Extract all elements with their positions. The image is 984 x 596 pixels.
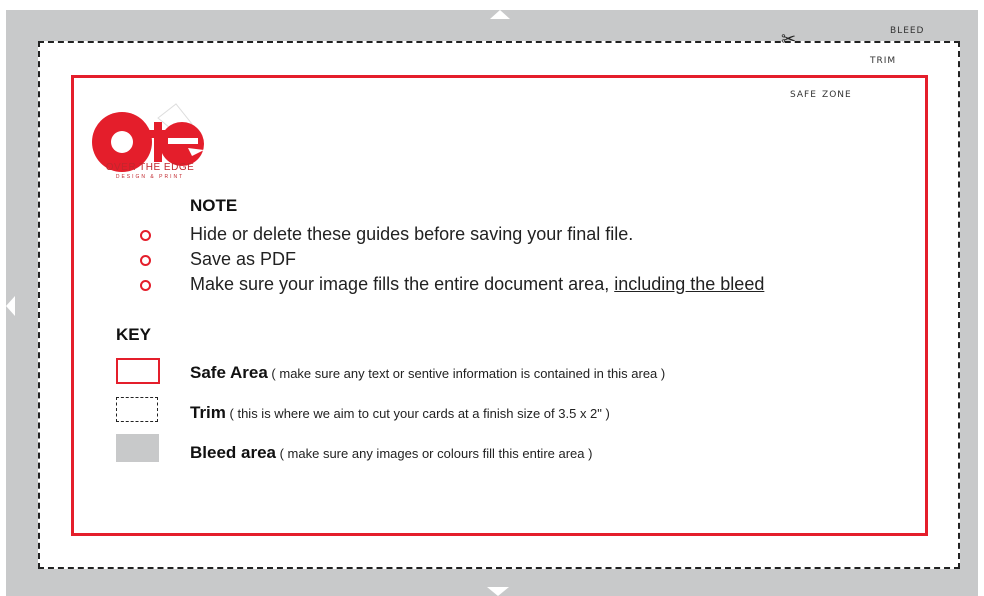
key-row-trim: Trim ( this is where we aim to cut your …: [190, 403, 610, 423]
note-item-3-prefix: Make sure your image fills the entire do…: [190, 274, 615, 294]
arrow-up-icon: [490, 10, 510, 19]
logo-text: OVER THE EDGE DESIGN & PRINT: [88, 162, 212, 180]
note-heading: NOTE: [190, 196, 238, 215]
safe-area-swatch: [116, 358, 160, 384]
scissors-icon: ✂: [781, 29, 797, 49]
logo-name: OVER THE EDGE: [105, 162, 195, 173]
logo-tagline: DESIGN & PRINT: [115, 174, 185, 180]
arrow-left-icon: [6, 296, 15, 316]
key-heading: KEY: [116, 325, 151, 344]
bleed-label: Bleed: [890, 22, 925, 37]
trim-swatch: [116, 397, 158, 422]
list-item: Hide or delete these guides before savin…: [140, 222, 764, 247]
note-item-3-underlined: including the bleed: [614, 274, 765, 294]
list-item: Save as PDF: [140, 247, 764, 272]
note-list: Hide or delete these guides before savin…: [140, 222, 764, 297]
key-bleed-desc: ( make sure any images or colours fill t…: [276, 446, 593, 461]
key-row-safe: Safe Area ( make sure any text or sentiv…: [190, 363, 665, 383]
key-row-bleed: Bleed area ( make sure any images or col…: [190, 443, 592, 463]
arrow-down-icon: [487, 587, 509, 596]
key-bleed-title: Bleed area: [190, 443, 276, 462]
note-item-1: Hide or delete these guides before savin…: [190, 224, 634, 244]
note-item-2: Save as PDF: [190, 249, 297, 269]
key-trim-title: Trim: [190, 403, 226, 422]
bleed-swatch: [116, 434, 159, 462]
key-safe-desc: ( make sure any text or sentive informat…: [267, 366, 666, 381]
safe-zone-label: Safe zone: [790, 86, 852, 101]
trim-label: Trim: [870, 52, 897, 67]
list-item: Make sure your image fills the entire do…: [140, 272, 764, 297]
key-trim-desc: ( this is where we aim to cut your cards…: [225, 406, 610, 421]
bullet-icon: [140, 230, 151, 241]
bullet-icon: [140, 255, 151, 266]
key-safe-title: Safe Area: [190, 363, 268, 382]
bullet-icon: [140, 280, 151, 291]
